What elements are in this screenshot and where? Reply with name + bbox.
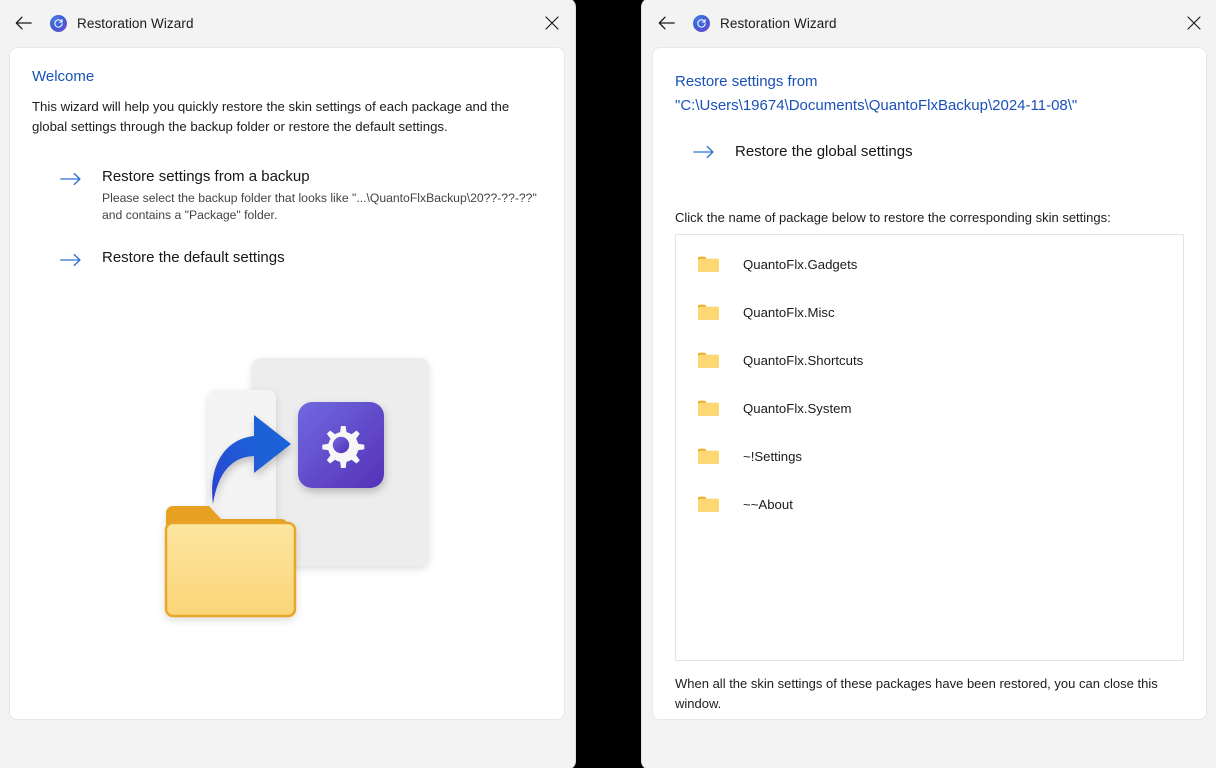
action-restore-from-backup[interactable]: Restore settings from a backup Please se… <box>32 167 542 224</box>
restore-source-path-title[interactable]: Restore settings from "C:\Users\19674\Do… <box>675 70 1175 118</box>
list-item-label: QuantoFlx.Shortcuts <box>743 352 864 368</box>
titlebar: Restoration Wizard <box>642 0 1216 47</box>
content-card: Welcome This wizard will help you quickl… <box>9 47 565 720</box>
action-title[interactable]: Restore settings from a backup <box>102 167 542 187</box>
close-button[interactable] <box>529 0 575 47</box>
action-body: Restore the default settings <box>102 248 285 268</box>
list-item[interactable]: ~~About <box>676 480 1183 528</box>
list-item-label: QuantoFlx.Misc <box>743 304 835 320</box>
list-item[interactable]: QuantoFlx.Misc <box>676 288 1183 336</box>
window-title: Restoration Wizard <box>77 15 194 31</box>
folder-icon <box>697 255 719 273</box>
folder-icon <box>697 351 719 369</box>
folder-icon <box>697 399 719 417</box>
list-item-label: QuantoFlx.System <box>743 400 852 416</box>
restore-settings-illustration <box>150 338 450 628</box>
footnote-text: When all the skin settings of these pack… <box>675 676 1158 711</box>
package-list-hint: Click the name of package below to resto… <box>675 210 1111 225</box>
list-item[interactable]: ~!Settings <box>676 432 1183 480</box>
restore-app-icon <box>693 14 710 32</box>
back-button[interactable] <box>649 7 683 39</box>
action-title[interactable]: Restore the global settings <box>735 143 913 160</box>
list-item[interactable]: QuantoFlx.System <box>676 384 1183 432</box>
close-button[interactable] <box>1171 0 1216 47</box>
right-arrow-icon <box>60 167 84 189</box>
desktop-backdrop: Restoration Wizard Welcome This wizard w… <box>0 0 1216 768</box>
folder-icon <box>697 447 719 465</box>
restoration-wizard-window-restore: Restoration Wizard Restore settings from… <box>642 0 1216 768</box>
action-list: Restore settings from a backup Please se… <box>32 167 542 270</box>
action-body: Restore settings from a backup Please se… <box>102 167 542 224</box>
page-title[interactable]: Welcome <box>32 68 542 85</box>
content-card: Restore settings from "C:\Users\19674\Do… <box>652 47 1207 720</box>
right-arrow-icon <box>60 248 84 270</box>
list-item-label: ~~About <box>743 496 793 512</box>
right-arrow-icon <box>693 140 717 162</box>
restoration-wizard-window-welcome: Restoration Wizard Welcome This wizard w… <box>0 0 575 768</box>
action-restore-defaults[interactable]: Restore the default settings <box>32 248 542 270</box>
folder-icon <box>697 303 719 321</box>
list-item-label: QuantoFlx.Gadgets <box>743 256 858 272</box>
list-item[interactable]: QuantoFlx.Gadgets <box>676 240 1183 288</box>
back-button[interactable] <box>6 7 40 39</box>
titlebar: Restoration Wizard <box>0 0 575 47</box>
list-item[interactable]: QuantoFlx.Shortcuts <box>676 336 1183 384</box>
window-title: Restoration Wizard <box>720 15 837 31</box>
list-item-label: ~!Settings <box>743 448 803 464</box>
action-restore-global-settings[interactable]: Restore the global settings <box>675 140 1184 162</box>
folder-icon <box>697 495 719 513</box>
restore-app-icon <box>50 14 67 32</box>
action-description: Please select the backup folder that loo… <box>102 191 537 222</box>
intro-text: This wizard will help you quickly restor… <box>32 99 510 134</box>
package-listbox[interactable]: QuantoFlx.Gadgets QuantoFlx.Misc QuantoF… <box>675 234 1184 661</box>
action-title[interactable]: Restore the default settings <box>102 248 285 268</box>
